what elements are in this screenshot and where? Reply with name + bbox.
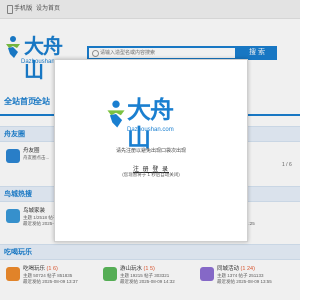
logo-chinese-text: 大舟山 [127, 96, 174, 152]
modal-logo: 大舟山 Dazhoushan.com [105, 96, 195, 152]
logo-domain-text: Dazhoushan.com [127, 127, 174, 133]
logo-mark-icon [107, 100, 125, 128]
login-prompt-modal: 大舟山 Dazhoushan.com 请先注册以避免出现口袋次出现 注 册 登 … [54, 59, 248, 242]
modal-notice: 请先注册以避免出现口袋次出现 [115, 148, 186, 154]
modal-redirect-note: (您现暂将于 1 秒后自动关闭) [122, 172, 180, 177]
